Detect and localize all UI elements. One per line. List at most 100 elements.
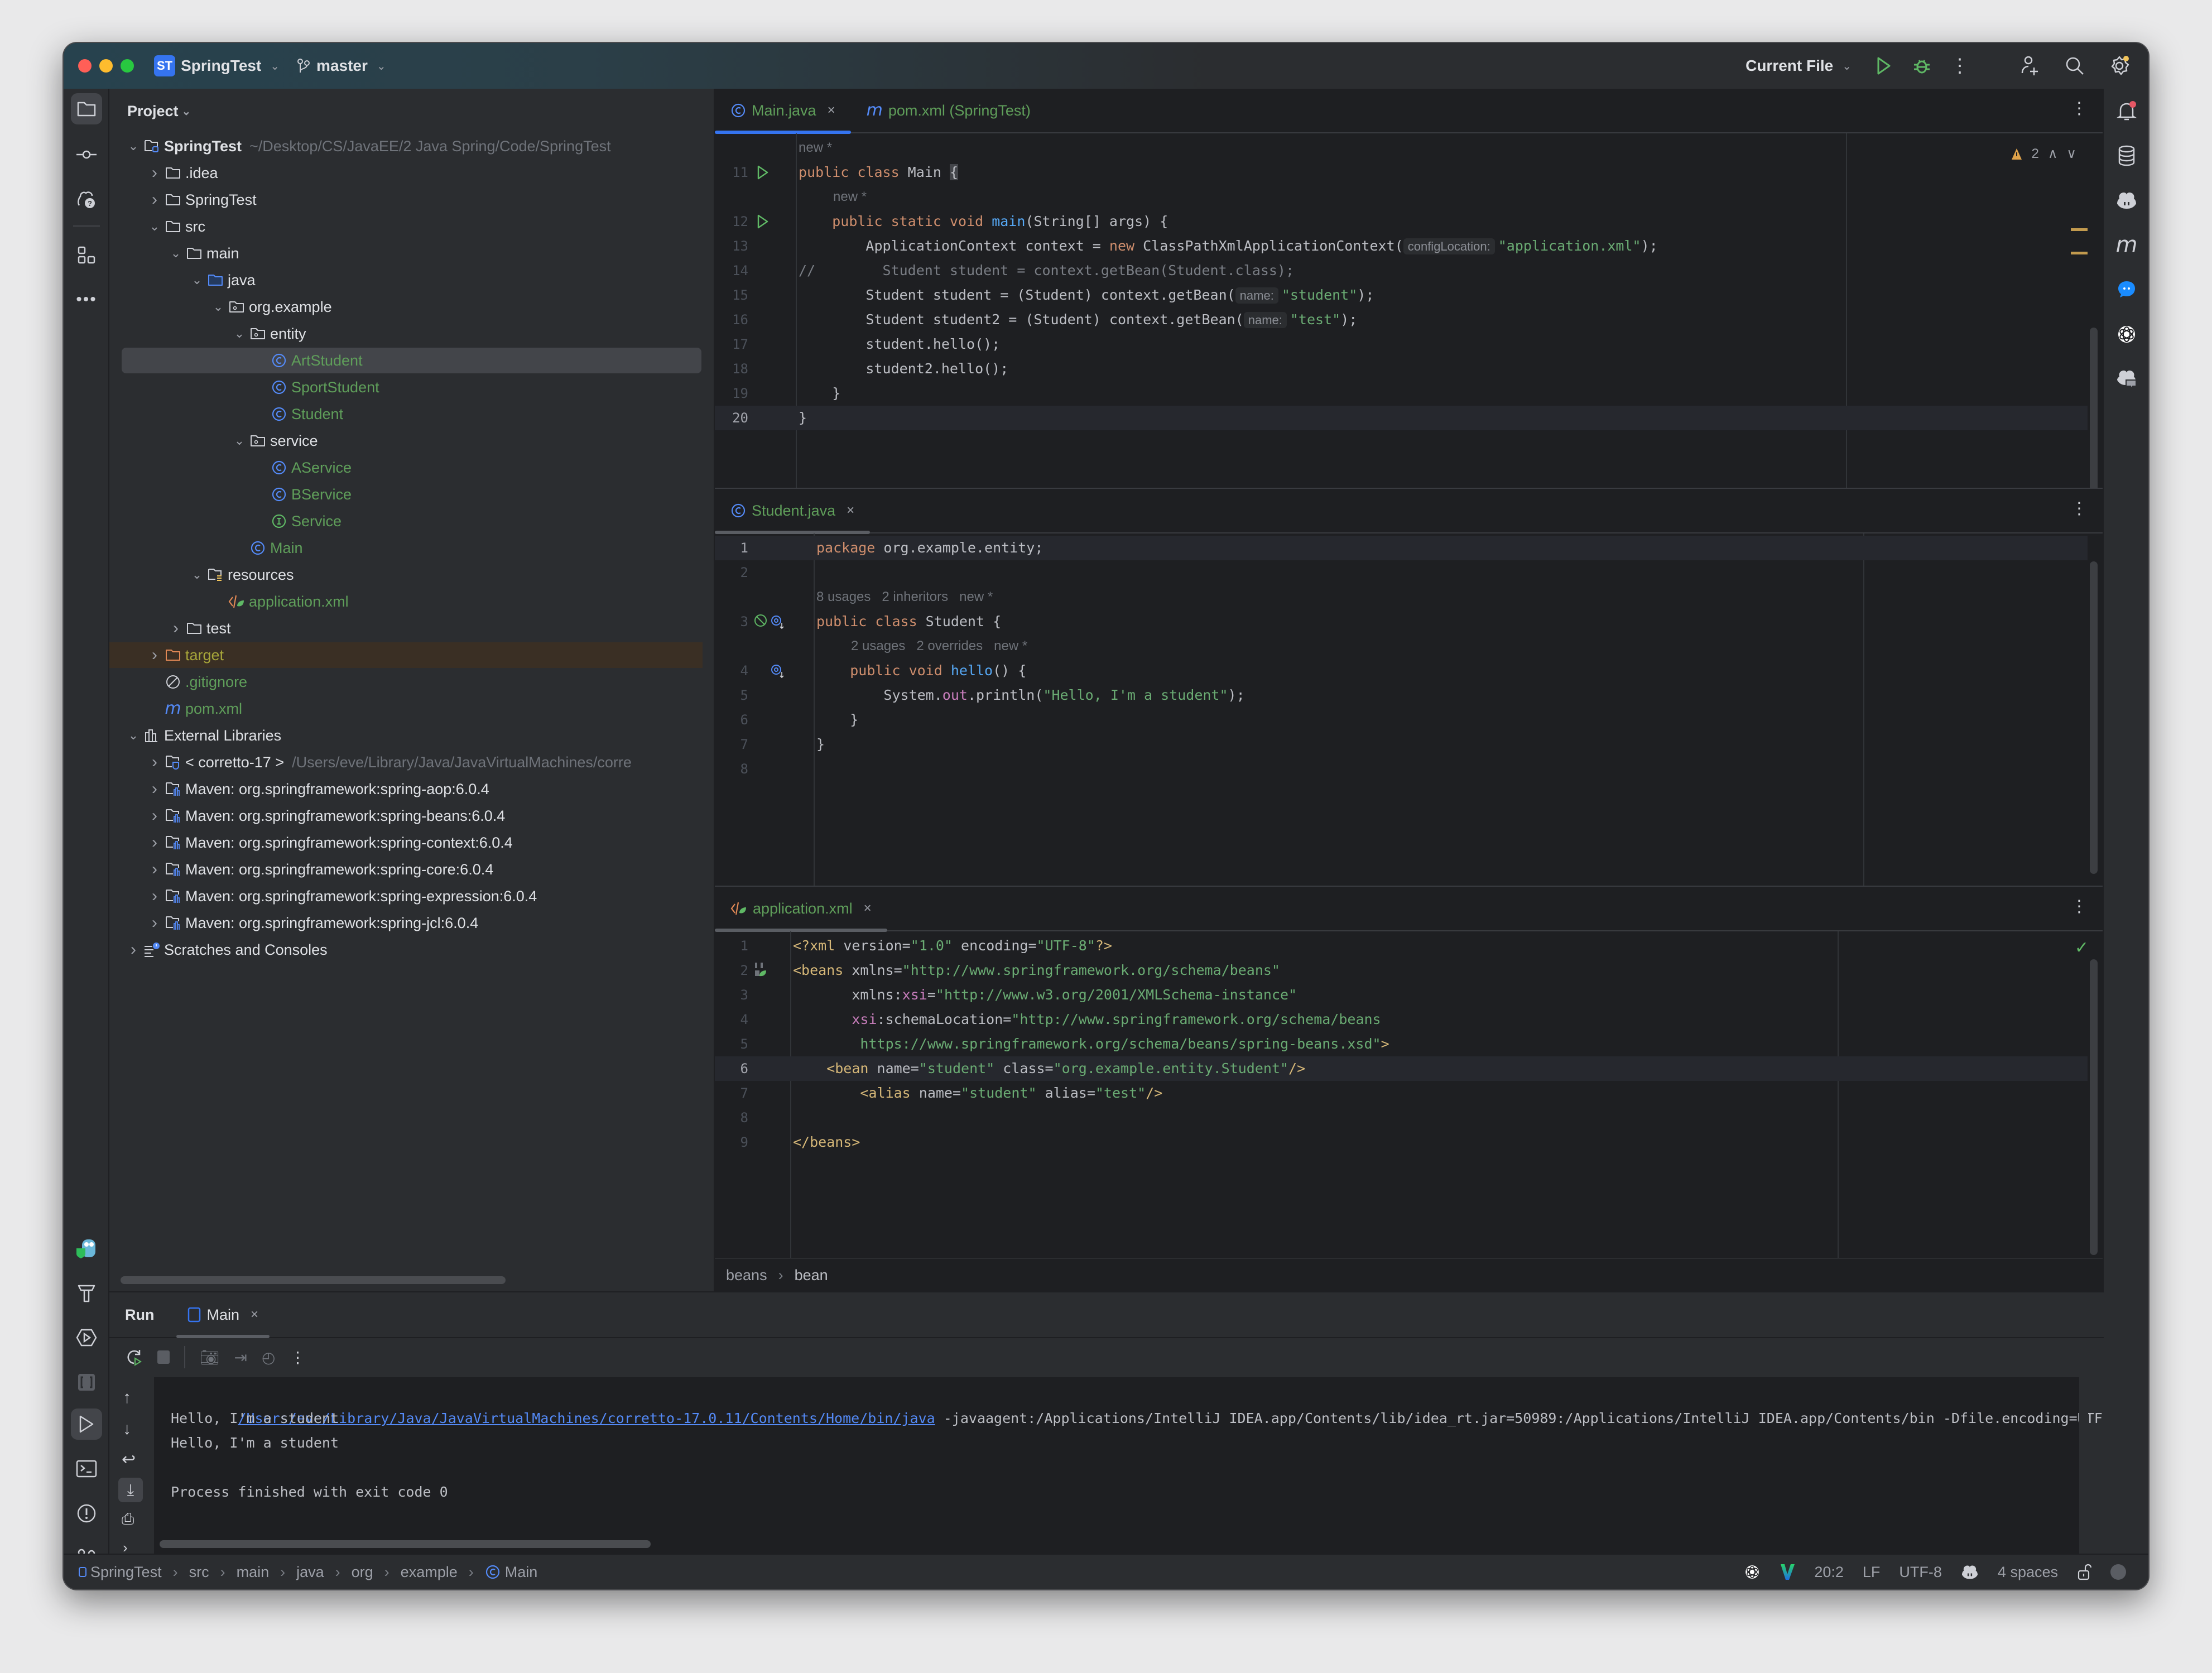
- breadcrumb-item[interactable]: org: [352, 1564, 373, 1581]
- chevron-right-icon[interactable]: ›: [147, 753, 162, 772]
- chevron-right-icon[interactable]: ›: [147, 190, 162, 209]
- close-tab-icon[interactable]: ×: [828, 103, 835, 118]
- close-tab-icon[interactable]: ×: [251, 1307, 258, 1323]
- chevron-right-icon[interactable]: ›: [147, 806, 162, 825]
- breadcrumb-item[interactable]: example: [401, 1564, 458, 1581]
- chevron-right-icon[interactable]: ›: [147, 780, 162, 799]
- scroll-down-icon[interactable]: ↓: [123, 1420, 131, 1439]
- terminal-tool-button[interactable]: [71, 1453, 102, 1484]
- chevron-down-icon[interactable]: ⌄: [190, 273, 204, 287]
- debug-bracket-tool-button[interactable]: [71, 1367, 102, 1398]
- run-icon[interactable]: [1868, 56, 1900, 75]
- tree-item[interactable]: BService: [109, 482, 703, 507]
- chevron-down-icon[interactable]: ⌄: [126, 728, 141, 743]
- settings-icon[interactable]: [2104, 55, 2135, 76]
- chevron-right-icon[interactable]: ›: [169, 619, 183, 638]
- chevron-right-icon[interactable]: ›: [147, 887, 162, 906]
- project-panel-header[interactable]: Project ⌄: [109, 89, 714, 133]
- console-vertical-scrollbar[interactable]: [2079, 1377, 2088, 1554]
- tree-item[interactable]: ⌄ External Libraries: [109, 723, 703, 748]
- code-vision-hint[interactable]: 2 usages 2 overrides new *: [851, 634, 1027, 658]
- editor-tab[interactable]: m pom.xml (SpringTest): [851, 88, 1046, 133]
- close-window-button[interactable]: [78, 59, 92, 73]
- tree-item[interactable]: › SpringTest: [109, 187, 703, 213]
- breadcrumb-item[interactable]: bean: [795, 1267, 828, 1284]
- problems-tool-button[interactable]: [71, 1498, 102, 1529]
- memory-indicator-icon[interactable]: [2110, 1564, 2126, 1580]
- openai-status-icon[interactable]: [1744, 1564, 1761, 1580]
- build-tool-button[interactable]: [71, 1277, 102, 1309]
- chevron-down-icon[interactable]: ⌄: [232, 326, 247, 341]
- tree-item[interactable]: ⌄ src: [109, 214, 703, 239]
- indent-setting[interactable]: 4 spaces: [1998, 1564, 2058, 1581]
- copilot-chat-button[interactable]: [2111, 363, 2142, 395]
- console-horizontal-scrollbar[interactable]: [160, 1540, 651, 1548]
- code-area-xml[interactable]: 1 <?xml version="1.0" encoding="UTF-8"?> 2…: [715, 931, 2104, 1258]
- run-gutter-icon[interactable]: [756, 165, 770, 184]
- tree-item[interactable]: application.xml: [109, 589, 703, 614]
- exit-button[interactable]: ⇥: [234, 1348, 247, 1367]
- chevron-down-icon[interactable]: ⌄: [232, 434, 247, 448]
- tree-item[interactable]: ⌄ java: [109, 267, 703, 293]
- code-vision-hint[interactable]: new *: [799, 136, 832, 160]
- file-encoding[interactable]: UTF-8: [1899, 1564, 1942, 1581]
- tree-item[interactable]: › Maven: org.springframework:spring-aop:6…: [109, 776, 703, 802]
- tree-item[interactable]: › test: [109, 616, 703, 641]
- chevron-right-icon[interactable]: ›: [147, 164, 162, 182]
- more-icon[interactable]: ⋮: [1944, 55, 1975, 77]
- tree-item[interactable]: Main: [109, 535, 703, 561]
- tree-item[interactable]: .gitignore: [109, 669, 703, 695]
- scroll-up-icon[interactable]: ↑: [123, 1388, 131, 1407]
- editor-tab[interactable]: application.xml ×: [715, 886, 887, 932]
- pane-more-icon[interactable]: ⋮: [2071, 99, 2088, 118]
- run-tab-main[interactable]: Main ×: [176, 1292, 270, 1338]
- add-user-icon[interactable]: [2014, 55, 2046, 76]
- java-command-link[interactable]: /Users/eve/Library/Java/JavaVirtualMachi…: [238, 1410, 935, 1426]
- gopher-plugin-button[interactable]: [71, 1233, 102, 1264]
- tree-item[interactable]: › Maven: org.springframework:spring-core:…: [109, 857, 703, 882]
- maven-button[interactable]: m: [2111, 229, 2142, 261]
- chevron-right-icon[interactable]: ›: [147, 833, 162, 852]
- chevron-right-icon[interactable]: ›: [147, 646, 162, 665]
- chevron-down-icon[interactable]: ⌄: [190, 568, 204, 582]
- tree-item[interactable]: ⌄ org.example: [109, 294, 703, 320]
- openai-button[interactable]: [2111, 319, 2142, 350]
- commit-tool-button[interactable]: [71, 139, 102, 170]
- tree-item[interactable]: ArtStudent: [122, 348, 701, 373]
- code-area-main[interactable]: new * 11 public class Main {new * 12 public…: [715, 133, 2104, 488]
- breadcrumb-item[interactable]: java: [296, 1564, 324, 1581]
- scroll-to-end-icon[interactable]: ⤓: [118, 1478, 143, 1502]
- code-area-student[interactable]: 1 package org.example.entity; 2 8 usages 2 …: [715, 533, 2104, 886]
- tree-item[interactable]: ⌄ resources: [109, 562, 703, 588]
- print-icon[interactable]: ⎙: [122, 1510, 134, 1528]
- pane-more-icon[interactable]: ⋮: [2071, 499, 2088, 518]
- more-icon[interactable]: ⋮: [290, 1348, 305, 1367]
- branch-switcher[interactable]: master ⌄: [296, 57, 386, 75]
- zoom-window-button[interactable]: [121, 59, 134, 73]
- run-config-selector[interactable]: Current File ⌄: [1745, 57, 1852, 75]
- more-tools-button[interactable]: •••: [71, 284, 102, 315]
- search-icon[interactable]: [2059, 56, 2090, 75]
- breadcrumb-item[interactable]: src: [189, 1564, 209, 1581]
- rerun-button[interactable]: [126, 1348, 143, 1366]
- tree-item[interactable]: › Scratches and Consoles: [109, 937, 703, 963]
- tree-item[interactable]: ⌄ main: [109, 241, 703, 266]
- minimize-window-button[interactable]: [99, 59, 113, 73]
- console-output[interactable]: /Users/eve/Library/Java/JavaVirtualMachi…: [154, 1377, 2103, 1554]
- breadcrumb-item[interactable]: SpringTest: [90, 1564, 162, 1581]
- breadcrumb-item[interactable]: Main: [505, 1564, 538, 1581]
- editor-tab[interactable]: Main.java ×: [715, 88, 851, 134]
- tree-item[interactable]: › < corretto-17 > /Users/eve/Library/Java/…: [109, 749, 703, 775]
- chevron-down-icon[interactable]: ⌄: [147, 219, 162, 234]
- tree-item[interactable]: › Maven: org.springframework:spring-conte…: [109, 830, 703, 855]
- spring-bean-gutter-icon[interactable]: [754, 962, 767, 978]
- tree-item[interactable]: › .idea: [109, 160, 703, 186]
- code-vision-hint[interactable]: 8 usages 2 inheritors new *: [816, 585, 993, 609]
- chevron-down-icon[interactable]: ⌄: [211, 300, 225, 314]
- pane-more-icon[interactable]: ⋮: [2071, 897, 2088, 916]
- services-tool-button[interactable]: [71, 1322, 102, 1353]
- implemented-override-gutter-icon[interactable]: [754, 613, 787, 631]
- screenshot-button[interactable]: 📷︎: [200, 1348, 220, 1367]
- copilot-button[interactable]: [2111, 185, 2142, 216]
- copilot-status-icon[interactable]: [1961, 1564, 1979, 1580]
